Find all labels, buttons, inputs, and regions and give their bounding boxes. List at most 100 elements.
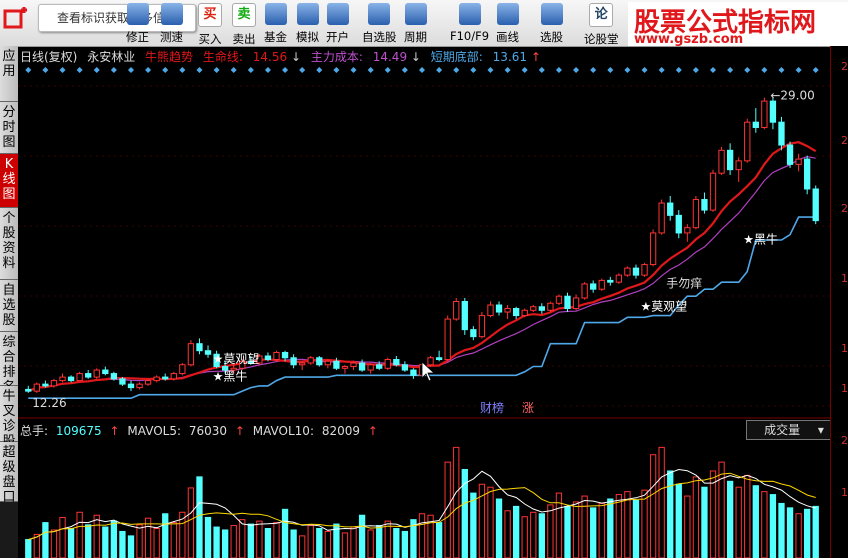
candle [649,232,657,266]
candle [187,343,195,366]
volume-bar [804,508,811,558]
candle [204,350,212,355]
sidebar-tab[interactable]: 综合排名 [0,332,18,395]
sidebar-tab[interactable]: 超级盘口 [0,442,18,505]
stock-name: 永安林业 [87,50,136,64]
scale-tick: 1 [841,272,848,285]
toolbar-button-gavel[interactable]: 模拟 [296,3,319,45]
signal-diamond-icon [316,67,323,73]
signal-diamond-icon [162,67,169,73]
candle [761,100,768,128]
signal-diamond-icon [795,67,802,73]
signal-diamond-icon [213,67,220,73]
candle [769,100,777,123]
volume-bar [709,470,717,558]
signal-diamond-icon [710,67,717,73]
candle [667,202,674,216]
candle [701,199,708,211]
candle [752,121,759,128]
signal-diamond-icon [573,67,580,73]
toolbar-button-lock[interactable]: 开户 [326,3,349,45]
volume-bar [812,505,819,558]
toolbar-button-star-folder[interactable]: 自选股 [362,3,397,45]
volume-bar [624,491,631,558]
volume-bar [761,491,768,558]
scale-tick: 2 [841,134,848,147]
candle [153,376,160,382]
signal-label: ★莫观望 [641,299,688,313]
indicator-name[interactable]: 牛熊趋势 [145,50,193,64]
toolbar-button-forum[interactable]: 论论股堂 [584,3,619,46]
brand-url: www.gszb.com [634,32,744,47]
signal-diamond-icon [778,67,785,73]
candle [786,144,794,165]
volume-bar [170,522,177,558]
lock-icon [326,3,349,25]
signal-diamond-icon [247,67,254,73]
signal-diamond-icon [264,67,271,73]
toolbar-button-sell[interactable]: 卖卖出 [232,3,256,46]
cost-label: 主力成本: [310,50,363,64]
toolbar-button-label: 基金 [264,30,287,44]
chart-area[interactable]: ←29.00 12.26 ★莫观望 ★黑牛 ★莫观望 ★黑牛 手勿痒 财榜涨 日线(复权) 永… [18,46,842,558]
sidebar-tab[interactable]: 自选股 [0,280,18,332]
volume-bar [564,505,571,558]
volume-bar [204,516,212,558]
arrow-up-icon: ↑ [530,50,541,64]
toolbar-button-clock[interactable]: 周期 [404,3,427,45]
volume-bar [581,495,588,558]
candle [85,373,92,378]
candle [110,373,118,380]
life-line-label: 生命线: [202,50,243,64]
sidebar-tab[interactable]: 个股资料 [0,208,18,280]
volume-bar [85,524,92,558]
signal-diamond-icon [675,67,682,73]
volume-bar [401,530,409,558]
toolbar-button-edit[interactable]: 修正 [126,3,149,45]
arrow-down-icon: ↓ [410,50,421,64]
bottom-value: 13.61 [492,50,528,64]
total-volume-value: 109675 [55,424,102,438]
toolbar-button-pen[interactable]: 画线 [496,3,519,45]
scale-tick: 2 [841,60,848,73]
candle [67,376,75,382]
candle [624,267,631,276]
volume-bar [572,501,580,558]
candle [641,264,648,276]
signal-diamond-icon [350,67,357,73]
sidebar-tab[interactable]: 应用 [0,46,18,102]
toolbar-button-fund[interactable]: 基金 [264,3,287,45]
volume-bar [50,529,58,558]
candle [170,373,177,380]
volume-bar [127,535,135,558]
volume-bar [59,516,66,558]
signal-diamond-icon [624,67,631,73]
sidebar-tab[interactable]: K线图 [0,154,18,208]
signal-diamond-icon [658,67,665,73]
candle [50,380,58,387]
volume-bar [307,525,314,558]
period-label[interactable]: 日线(复权) [20,50,77,64]
toolbar-button-f10[interactable]: F10/F9 [450,3,489,45]
toolbar-button-label: 论股堂 [584,32,619,46]
volume-bar [658,446,665,558]
toolbar-button-buy[interactable]: 买买入 [198,3,222,46]
volume-bar [590,507,597,558]
candle [290,357,297,366]
volume-bar [136,524,143,558]
sidebar-tab[interactable]: 分时图 [0,102,18,154]
candle [333,360,340,369]
toolbar-button-label: 测速 [160,30,183,44]
candle [281,351,289,359]
kline-chart[interactable]: ←29.0012.26★莫观望★黑牛★莫观望★黑牛手勿痒财榜涨 [18,46,830,558]
toolbar-button-speed[interactable]: 测速 [160,3,183,45]
candle [744,121,751,162]
candle [59,376,66,382]
signal-label: ★黑牛 [213,369,248,384]
sidebar-tab[interactable]: 牛叉诊股 [0,386,18,449]
toolbar-button-label: 模拟 [296,30,319,44]
toolbar-button-grid[interactable]: 选股 [540,3,563,45]
volume-indicator-select[interactable]: 成交量 ▾ [746,420,842,440]
toolbar-button-label: 卖出 [232,32,256,46]
volume-bar [341,532,349,558]
